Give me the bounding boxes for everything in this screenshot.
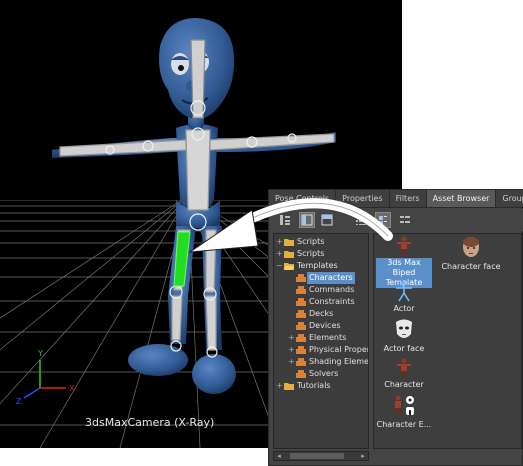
detail-view-icon[interactable] — [397, 212, 413, 228]
asset-caption: Actor — [393, 304, 415, 313]
tree-item-label: Physical Proper — [309, 345, 369, 354]
template-icon — [296, 346, 306, 354]
tab-properties[interactable]: Properties — [336, 190, 390, 207]
folder-open-icon — [284, 263, 294, 270]
asset-caption: Character face — [441, 262, 501, 271]
scrollbar-thumb[interactable] — [290, 453, 344, 459]
tree-expander[interactable]: − — [276, 262, 283, 270]
folder-tree[interactable]: + Scripts + Scripts − Templates Characte… — [273, 233, 369, 449]
character-extension-icon — [395, 395, 414, 415]
template-icon — [296, 334, 306, 342]
tree-toggle-icon[interactable] — [277, 212, 293, 228]
actor-face-icon — [396, 319, 412, 338]
tree-item-label: Tutorials — [297, 381, 331, 390]
asset-caption-line1: 3ds Max Biped — [376, 258, 432, 278]
tab-pose-controls[interactable]: Pose Controls — [269, 190, 337, 207]
tree-item-tutorials[interactable]: + Tutorials — [274, 380, 368, 392]
viewport-camera-label: 3dsMaxCamera (X-Ray) — [85, 416, 215, 429]
template-icon — [296, 298, 306, 306]
tree-item-label: Commands — [309, 285, 355, 294]
tree-item-label: Devices — [309, 321, 341, 330]
tree-expander[interactable]: + — [276, 250, 283, 258]
asset-character-extension[interactable]: Character E... — [374, 394, 434, 430]
axis-x-label: X — [69, 384, 75, 393]
folder-icon — [284, 383, 294, 390]
asset-actor[interactable]: Actor — [376, 280, 432, 314]
tree-item-label: Constraints — [309, 297, 355, 306]
tab-groups[interactable]: Groups — [496, 190, 523, 207]
template-icon — [296, 370, 306, 378]
tree-item-label: Shading Eleme — [309, 357, 369, 366]
asset-character-face[interactable]: Character face — [434, 236, 508, 272]
asset-caption: Actor face — [383, 344, 425, 353]
tree-item-label: Solvers — [309, 369, 339, 378]
scroll-right-icon[interactable]: ▸ — [358, 452, 368, 460]
tree-item-label: Characters — [307, 272, 355, 284]
axis-tripod — [23, 360, 66, 399]
tree-expander[interactable]: + — [288, 334, 295, 342]
tree-item-decks[interactable]: Decks — [274, 308, 368, 320]
tree-item-scripts-1[interactable]: + Scripts — [274, 236, 368, 248]
split-vertical-icon[interactable] — [299, 212, 315, 228]
tree-item-shading-elements[interactable]: + Shading Eleme — [274, 356, 368, 368]
list-view-icon[interactable] — [353, 212, 369, 228]
tree-horizontal-scrollbar[interactable]: ◂ ▸ — [273, 451, 369, 461]
tree-expander[interactable]: + — [276, 238, 283, 246]
character-icon — [397, 358, 411, 377]
axis-y-label: Y — [37, 349, 43, 358]
tree-item-devices[interactable]: Devices — [274, 320, 368, 332]
biped-template-icon — [397, 236, 411, 255]
asset-caption: Character — [384, 380, 424, 389]
folder-icon — [284, 251, 294, 258]
tree-item-label: Elements — [309, 333, 347, 342]
asset-grid[interactable]: 3ds Max Biped Template Character face Ac… — [373, 233, 522, 449]
panel-toolbar — [269, 209, 523, 231]
template-icon — [296, 286, 306, 294]
tree-item-characters[interactable]: Characters — [274, 272, 368, 284]
axis-z-label: Z — [16, 397, 22, 406]
navigator-panel: Pose Controls Properties Filters Asset Brow… — [268, 189, 523, 466]
character-face-icon — [463, 237, 479, 257]
scroll-left-icon[interactable]: ◂ — [274, 452, 284, 460]
icon-view-icon[interactable] — [375, 212, 391, 228]
tree-item-scripts-2[interactable]: + Scripts — [274, 248, 368, 260]
tree-item-templates[interactable]: − Templates — [274, 260, 368, 272]
tree-item-label: Templates — [297, 261, 338, 270]
tree-item-label: Decks — [309, 309, 334, 318]
panel-tabbar: Pose Controls Properties Filters Asset Brow… — [269, 190, 523, 208]
asset-actor-face[interactable]: Actor face — [376, 318, 432, 354]
split-horizontal-icon[interactable] — [319, 212, 335, 228]
tree-item-label: Scripts — [297, 237, 325, 246]
actor-icon — [396, 281, 412, 302]
tab-asset-browser[interactable]: Asset Browser — [426, 190, 497, 207]
tree-item-commands[interactable]: Commands — [274, 284, 368, 296]
folder-icon — [284, 239, 294, 246]
tree-item-constraints[interactable]: Constraints — [274, 296, 368, 308]
tree-item-elements[interactable]: + Elements — [274, 332, 368, 344]
template-icon — [296, 274, 306, 282]
tree-expander[interactable]: + — [276, 382, 283, 390]
template-icon — [296, 310, 306, 318]
tree-item-physical-properties[interactable]: + Physical Proper — [274, 344, 368, 356]
tree-expander[interactable]: + — [288, 358, 295, 366]
template-icon — [296, 322, 306, 330]
tree-item-solvers[interactable]: Solvers — [274, 368, 368, 380]
tab-filters[interactable]: Filters — [389, 190, 427, 207]
asset-caption: Character E... — [376, 420, 432, 429]
tree-expander[interactable]: + — [288, 346, 295, 354]
template-icon — [296, 358, 306, 366]
asset-character[interactable]: Character — [376, 358, 432, 390]
tree-item-label: Scripts — [297, 249, 325, 258]
